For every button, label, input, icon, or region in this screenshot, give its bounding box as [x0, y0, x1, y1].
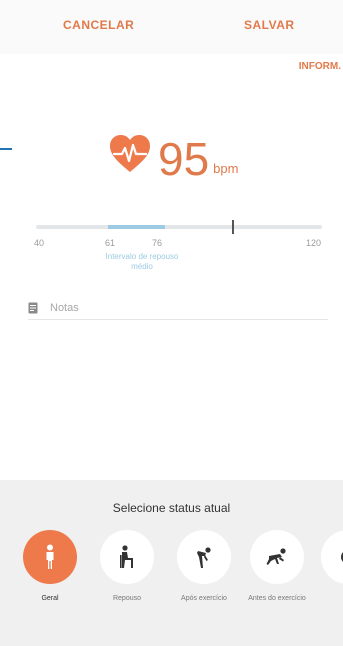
cancel-button[interactable]: CANCELAR	[63, 18, 134, 32]
status-after-exercise-circle[interactable]	[177, 530, 231, 584]
top-action-bar: CANCELAR SALVAR	[0, 0, 343, 54]
sitting-person-icon	[120, 545, 133, 568]
status-general-circle[interactable]	[23, 530, 77, 584]
status-resting-circle[interactable]	[100, 530, 154, 584]
scale-min-label: 40	[34, 238, 45, 248]
save-button[interactable]: SALVAR	[244, 18, 295, 32]
notes-field[interactable]: Notas	[28, 296, 328, 320]
note-icon	[28, 302, 38, 313]
info-button[interactable]: INFORM.	[299, 61, 341, 72]
status-before-exercise-circle[interactable]	[250, 530, 304, 584]
status-after-exercise[interactable]: Após exercício	[168, 530, 240, 603]
heart-rate-entry-screen: CANCELAR SALVAR INFORM. 95 bpm 40 61 76 …	[0, 0, 343, 646]
status-selection-panel: Selecione status atual Geral Repouso Apó…	[0, 480, 343, 646]
status-general-label: Geral	[41, 595, 59, 602]
resting-range-bar	[108, 225, 165, 229]
range-low-label: 61	[105, 238, 116, 248]
status-partial-circle[interactable]	[321, 530, 343, 584]
status-partial-option[interactable]: Ce	[312, 530, 343, 603]
range-high-label: 76	[152, 238, 163, 248]
status-resting[interactable]: Repouso	[91, 530, 163, 603]
heart-rate-icon	[110, 135, 150, 172]
heart-rate-scale	[36, 220, 322, 234]
status-title: Selecione status atual	[112, 501, 231, 515]
heart-rate-unit: bpm	[213, 161, 239, 176]
status-resting-label: Repouso	[112, 595, 142, 602]
scale-max-label: 120	[306, 238, 322, 248]
notes-placeholder: Notas	[50, 301, 79, 314]
bent-over-person-icon	[197, 547, 211, 568]
heart-rate-reading: 95 bpm	[108, 126, 238, 182]
status-general[interactable]: Geral	[14, 530, 86, 603]
edge-indicator	[0, 148, 12, 150]
partial-icon	[341, 552, 343, 562]
status-after-exercise-label: Após exercício	[181, 595, 227, 602]
resting-range-caption: Intervalo de repouso médio	[105, 252, 179, 271]
crouching-runner-icon	[266, 548, 286, 565]
status-before-exercise-label: Antes do exercício	[248, 595, 306, 602]
status-before-exercise[interactable]: Antes do exercício	[241, 530, 313, 603]
current-value-marker	[232, 220, 234, 234]
heart-rate-value: 95	[158, 133, 210, 185]
status-partial-label: Ce	[312, 594, 343, 603]
standing-person-icon	[46, 544, 54, 569]
